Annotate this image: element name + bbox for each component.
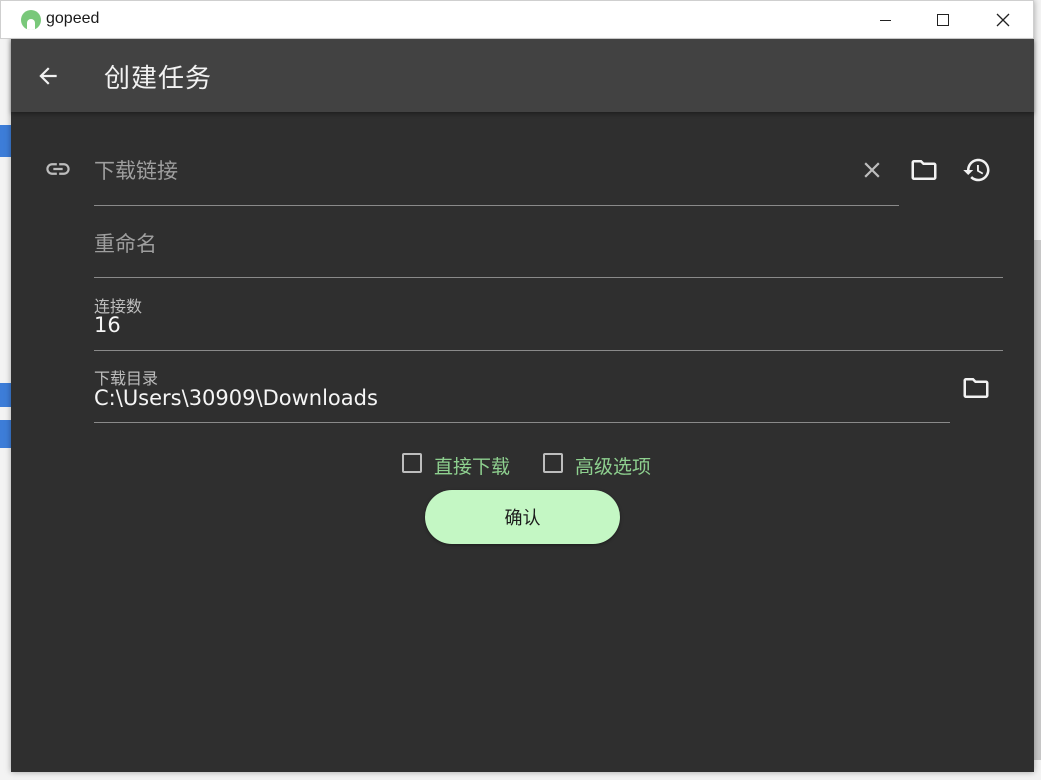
clear-button[interactable] [857,155,887,185]
select-directory-button[interactable] [960,373,992,403]
directory-input-underline [94,422,950,423]
close-icon [864,162,880,178]
url-input[interactable]: 下载链接 [94,155,178,185]
window-titlebar[interactable]: gopeed [0,0,1034,39]
folder-icon [963,378,989,398]
link-icon [46,163,70,175]
direct-download-checkbox[interactable] [402,453,422,473]
history-icon [963,158,990,182]
advanced-options-label[interactable]: 高级选项 [575,452,651,479]
confirm-button[interactable]: 确认 [425,490,620,544]
background-app-fragment [1033,240,1041,760]
folder-icon [911,160,937,180]
app-title: gopeed [46,10,100,27]
arrow-back-icon [39,67,57,85]
rename-input-underline [94,277,1003,278]
maximize-icon [937,14,949,26]
background-app-fragment [0,125,11,157]
close-icon [996,13,1010,27]
direct-download-label[interactable]: 直接下载 [434,452,510,479]
page-title: 创建任务 [104,64,213,94]
open-torrent-button[interactable] [908,155,940,185]
rename-input[interactable]: 重命名 [94,228,157,258]
directory-input[interactable]: C:\Users\30909\Downloads [94,386,378,410]
connections-input-underline [94,350,1003,351]
background-app-fragment [0,420,11,448]
maximize-button[interactable] [914,1,972,39]
close-button[interactable] [974,1,1032,39]
gopeed-logo-icon [21,10,41,30]
link-icon-wrapper [43,154,73,184]
advanced-options-checkbox[interactable] [543,453,563,473]
gopeed-window: gopeed 创建任务 下载链接 重命名 连接数 16 下载目录 C:\User… [0,0,1034,772]
url-input-underline [94,205,899,206]
minimize-icon [879,19,891,21]
connections-input[interactable]: 16 [94,313,121,337]
back-button[interactable] [33,61,63,91]
app-bar: 创建任务 [11,39,1034,112]
background-app-fragment [0,383,11,407]
minimize-button[interactable] [856,1,914,39]
history-button[interactable] [961,155,993,185]
